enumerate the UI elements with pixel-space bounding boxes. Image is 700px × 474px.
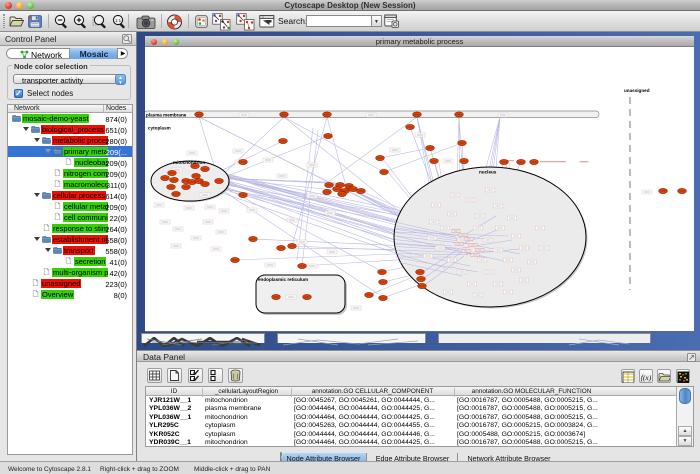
svg-text:endoplasmic reticulum: endoplasmic reticulum [258, 277, 308, 282]
svg-text:mitochondrion: mitochondrion [173, 160, 205, 165]
svg-text:f(x): f(x) [641, 373, 652, 382]
svg-text:plasma membrane: plasma membrane [146, 112, 187, 117]
svg-text:1:1: 1:1 [115, 18, 122, 23]
svg-text:unassigned: unassigned [624, 88, 650, 93]
svg-text:cytoplasm: cytoplasm [148, 126, 171, 131]
svg-text:nucleus: nucleus [479, 170, 497, 175]
